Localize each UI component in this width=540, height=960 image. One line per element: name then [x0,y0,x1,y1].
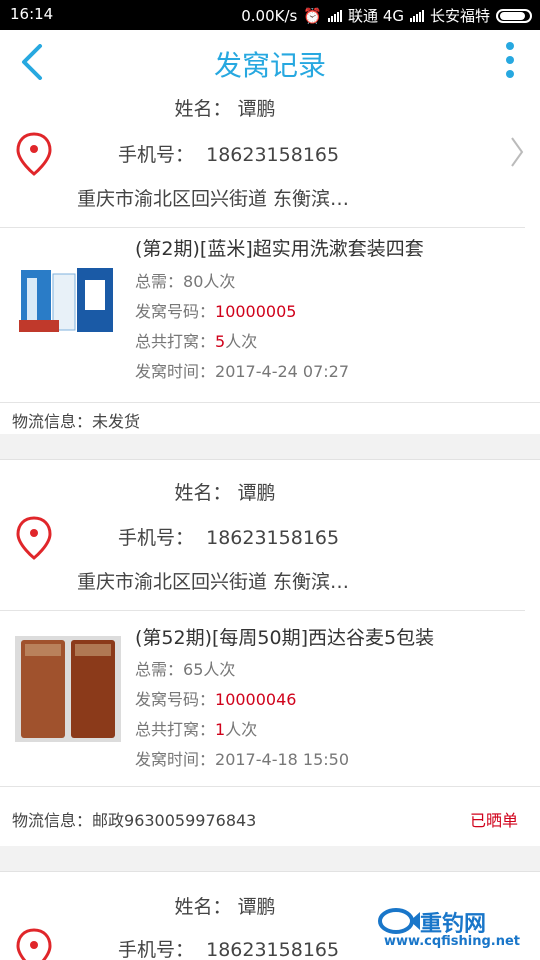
phone-label: 手机号： [118,939,195,960]
need-row: 总需：80人次 [135,268,235,292]
name-label: 姓名： [174,482,232,504]
phone-row: 手机号： 18623158165 [118,935,339,960]
watermark-url: www.cqfishing.net [384,934,521,949]
need-unit: 人次 [203,660,236,679]
name-value: 谭鹏 [237,896,276,918]
address-text: 重庆市渝北区回兴街道 东衡滨… [77,188,350,210]
need-row: 总需：65人次 [135,656,235,680]
divider [0,786,540,787]
divider [0,402,540,403]
time-row: 发窝时间：2017-4-24 07:27 [135,358,349,382]
need-unit: 人次 [203,272,236,291]
need-value: 80 [183,272,204,291]
code-row: 发窝号码：10000046 [135,686,296,710]
product-item[interactable]: (第52期)[每周50期]西达谷麦5包装 总需：65人次 发窝号码：100000… [0,611,540,786]
status-time: 16:14 [10,5,54,23]
phone-label: 手机号： [118,527,195,549]
logistics-row: 物流信息：未发货 [12,408,140,432]
product-item[interactable]: (第2期)[蓝米]超实用洗漱套装四套 总需：80人次 发窝号码：10000005… [0,228,540,402]
code-label: 发窝号码： [135,690,216,709]
signal-icon-2 [409,9,424,22]
fish-logo-icon [378,908,420,934]
logistics-label: 物流信息： [12,811,93,830]
time-value: 2017-4-24 07:27 [215,362,350,381]
name-row: 姓名： 谭鹏 [0,94,450,121]
logistics-row: 物流信息：邮政9630059976843 [12,807,256,831]
total-unit: 人次 [225,720,258,739]
time-row: 发窝时间：2017-4-18 15:50 [135,746,349,770]
logistics-value: 未发货 [92,412,141,431]
product-thumbnail [15,248,121,354]
network-speed: 0.00K/s [241,6,298,25]
signal-icon [328,9,343,22]
product-title: (第2期)[蓝米]超实用洗漱套装四套 [135,238,424,260]
alarm-icon: ⏰ [303,6,323,25]
location-pin-icon [16,516,52,560]
page-title: 发窝记录 [213,49,326,82]
location-pin-icon [16,132,52,176]
address-block[interactable]: 姓名： 谭鹏 手机号： 18623158165 重庆市渝北区回兴街道 东衡滨… [0,460,540,593]
total-row: 总共打窝：5人次 [135,328,257,352]
phone-value: 18623158165 [206,527,340,549]
name-value: 谭鹏 [237,98,276,120]
name-label: 姓名： [174,896,232,918]
total-label: 总共打窝： [135,720,216,739]
phone-row: 手机号： 18623158165 [118,523,339,550]
chevron-right-icon[interactable] [510,136,524,168]
battery-icon [496,8,532,23]
phone-row: 手机号： 18623158165 [118,140,339,167]
phone-value: 18623158165 [206,939,340,960]
logistics-label: 物流信息： [12,412,93,431]
record-card[interactable]: 姓名： 谭鹏 手机号： 18623158165 重庆市渝北区回兴街道 东衡滨… … [0,459,540,846]
address-text: 重庆市渝北区回兴街道 东衡滨… [77,571,350,593]
watermark-logo: 重钓网 www.cqfishing.net [376,904,534,954]
time-label: 发窝时间： [135,362,216,381]
need-label: 总需： [135,660,184,679]
total-row: 总共打窝：1人次 [135,716,257,740]
more-vertical-icon[interactable] [504,42,516,82]
time-value: 2017-4-18 15:50 [215,750,350,769]
address-block[interactable]: 姓名： 谭鹏 手机号： 18623158165 重庆市渝北区回兴街道 东衡滨… [0,94,540,227]
location-pin-icon [16,928,52,960]
total-unit: 人次 [225,332,258,351]
total-value: 1 [215,720,226,739]
code-label: 发窝号码： [135,302,216,321]
record-card[interactable]: 姓名： 谭鹏 手机号： 18623158165 重庆市渝北区回兴街道 东衡滨… … [0,94,540,434]
code-value: 10000005 [215,302,297,321]
code-value: 10000046 [215,690,297,709]
nav-bar: 发窝记录 [0,30,540,94]
shared-badge[interactable]: 已晒单 [470,807,518,831]
carrier-2: 长安福特 [429,7,490,25]
name-value: 谭鹏 [237,482,276,504]
status-right: 0.00K/s ⏰ 联通 4G 长安福特 [241,5,532,26]
time-label: 发窝时间： [135,750,216,769]
total-label: 总共打窝： [135,332,216,351]
product-thumbnail [15,636,121,742]
name-row: 姓名： 谭鹏 [0,478,450,505]
name-label: 姓名： [174,98,232,120]
status-bar: 16:14 0.00K/s ⏰ 联通 4G 长安福特 [0,0,540,30]
phone-value: 18623158165 [206,144,340,166]
phone-label: 手机号： [118,144,195,166]
need-label: 总需： [135,272,184,291]
code-row: 发窝号码：10000005 [135,298,296,322]
need-value: 65 [183,660,204,679]
carrier-1: 联通 4G [348,7,404,25]
total-value: 5 [215,332,226,351]
logistics-value: 邮政9630059976843 [92,811,257,830]
product-title: (第52期)[每周50期]西达谷麦5包装 [135,627,435,649]
